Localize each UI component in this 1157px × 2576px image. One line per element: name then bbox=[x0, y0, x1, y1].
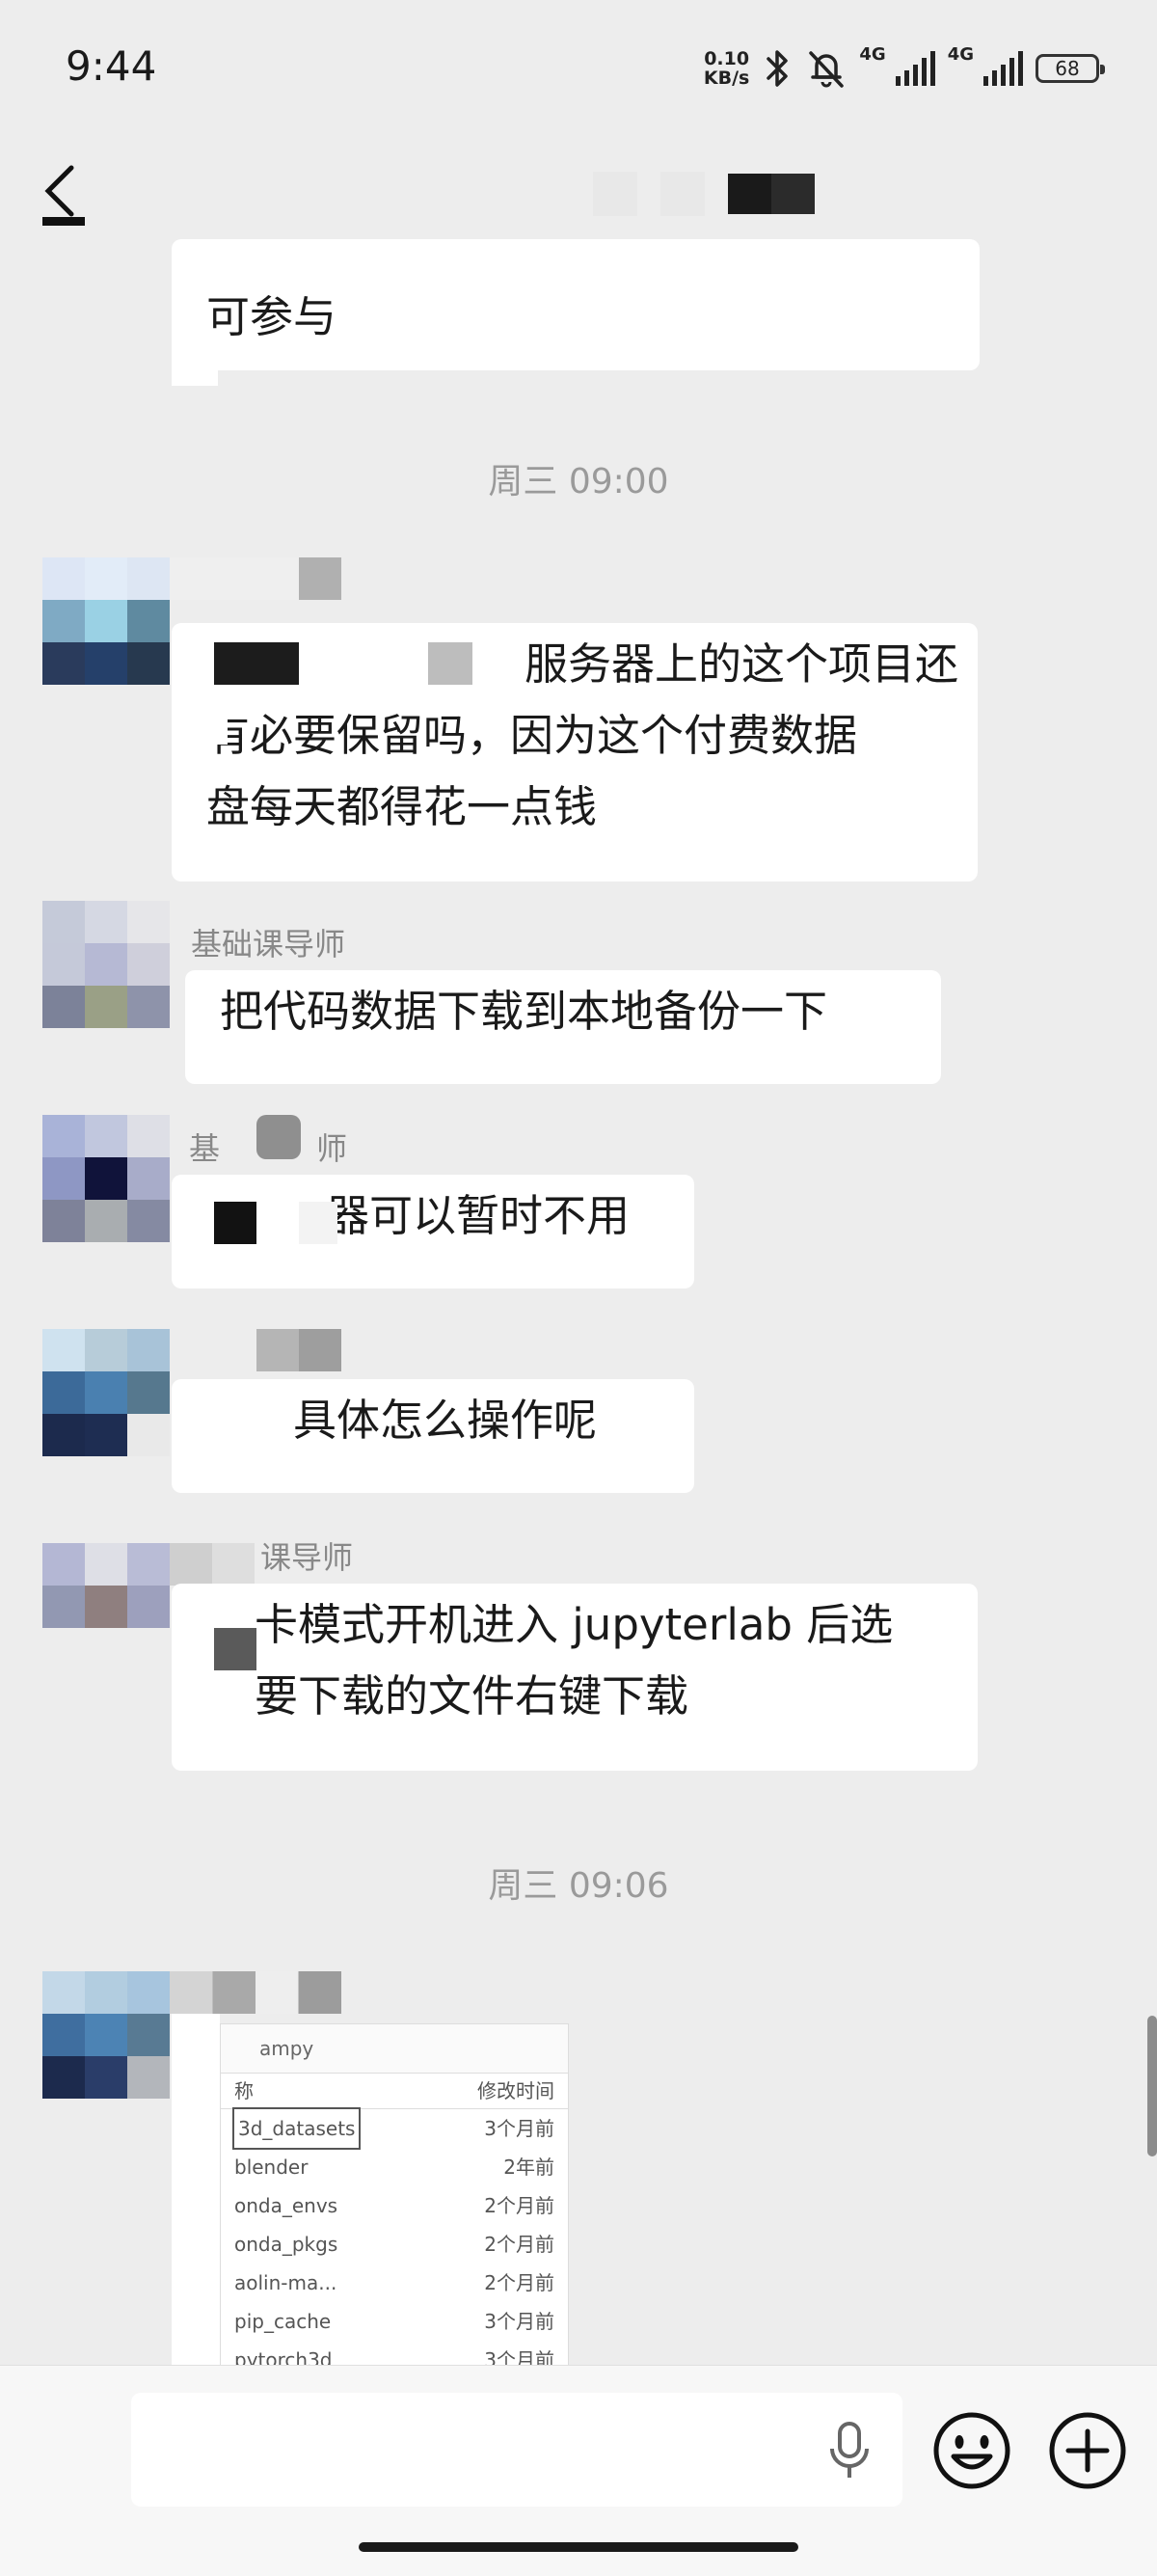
file-name: onda_envs bbox=[234, 2194, 338, 2217]
file-modified: 2个月前 bbox=[484, 2194, 554, 2217]
file-row: onda_envs 2个月前 bbox=[221, 2186, 568, 2225]
file-modified: 3个月前 bbox=[484, 2310, 554, 2333]
network-speed-value: 0.10 bbox=[704, 48, 750, 69]
sender-name: 基础课导师 bbox=[191, 926, 346, 963]
mosaic-block bbox=[728, 174, 815, 214]
file-name: 3d_datasets bbox=[231, 2107, 362, 2150]
battery-icon: 68 bbox=[1036, 54, 1105, 83]
avatar[interactable] bbox=[42, 1115, 170, 1242]
redacted-sender-name bbox=[299, 557, 341, 600]
file-name: blender bbox=[234, 2156, 309, 2179]
avatar[interactable] bbox=[42, 1971, 170, 2099]
file-modified: 2个月前 bbox=[484, 2233, 554, 2256]
plus-circle-icon[interactable] bbox=[1047, 2410, 1128, 2491]
timestamp: 周三 09:00 bbox=[488, 462, 669, 502]
redaction-mask bbox=[428, 642, 472, 685]
redaction-mask bbox=[172, 2014, 220, 2365]
signal-type-2: 4G bbox=[947, 44, 974, 65]
message-text-line: 服务器上的这个项目还 bbox=[525, 638, 959, 690]
file-modified: 2个月前 bbox=[484, 2271, 554, 2294]
chevron-back-icon[interactable] bbox=[35, 158, 93, 226]
mosaic-block bbox=[660, 172, 705, 216]
avatar[interactable] bbox=[42, 1543, 170, 1670]
message-text-line: 有必要保留吗，因为这个付费数据 bbox=[206, 710, 858, 761]
file-name: pip_cache bbox=[234, 2310, 332, 2333]
file-modified: 3个月前 bbox=[484, 2117, 554, 2140]
redacted-sender-name bbox=[170, 1543, 255, 1586]
file-row: blender 2年前 bbox=[221, 2148, 568, 2186]
bluetooth-icon bbox=[767, 50, 789, 87]
message-text: 把代码数据下载到本地备份一下 bbox=[220, 986, 828, 1037]
message-text-line: 卡模式开机进入 jupyterlab 后选 bbox=[255, 1599, 894, 1650]
home-indicator[interactable] bbox=[359, 2542, 798, 2552]
microphone-icon[interactable] bbox=[825, 2420, 874, 2481]
message-text: 具体怎么操作呢 bbox=[293, 1395, 598, 1446]
network-speed: 0.10 KB/s bbox=[704, 49, 749, 88]
avatar[interactable] bbox=[42, 557, 170, 685]
column-modified-header: 修改时间 bbox=[477, 2079, 554, 2102]
file-name: aolin-ma... bbox=[234, 2271, 337, 2294]
network-speed-unit: KB/s bbox=[703, 68, 750, 89]
bell-muted-icon bbox=[809, 51, 845, 88]
message-text-line: 盘每天都得花一点钱 bbox=[206, 781, 598, 832]
status-icons: 0.10 KB/s 4G 4G 68 bbox=[704, 44, 1105, 93]
file-list-header: 称 修改时间 bbox=[221, 2073, 568, 2109]
message-text: 可参与 bbox=[206, 291, 337, 342]
avatar[interactable] bbox=[42, 901, 170, 1028]
redaction-mask bbox=[214, 1628, 256, 1670]
message-bubble[interactable]: 把代码数据下载到本地备份一下 bbox=[185, 970, 941, 1084]
message-input[interactable] bbox=[131, 2393, 902, 2507]
smiley-icon[interactable] bbox=[931, 2410, 1012, 2491]
file-row: onda_pkgs 2个月前 bbox=[221, 2225, 568, 2264]
redaction-mask bbox=[214, 642, 299, 685]
redaction-mask bbox=[172, 353, 218, 386]
column-name-header: 称 bbox=[234, 2079, 254, 2102]
signal-icon bbox=[895, 51, 935, 86]
timestamp: 周三 09:06 bbox=[488, 1866, 669, 1906]
redacted-sender-name bbox=[170, 557, 299, 600]
avatar[interactable] bbox=[42, 1329, 170, 1456]
redaction-mask bbox=[189, 704, 228, 745]
file-row: aolin-ma... 2个月前 bbox=[221, 2264, 568, 2302]
redacted-sender-name bbox=[170, 1971, 341, 2014]
chat-title-redacted bbox=[482, 172, 926, 216]
status-bar: 9:44 0.10 KB/s 4G 4G 68 bbox=[0, 0, 1157, 145]
image-message[interactable]: ampy 称 修改时间 3d_datasets 3个月前 blender 2年前 o… bbox=[220, 2023, 569, 2373]
scrollbar-thumb[interactable] bbox=[1147, 2016, 1157, 2156]
status-time: 9:44 bbox=[66, 42, 157, 90]
redaction-mask bbox=[299, 1202, 337, 1244]
file-row: pip_cache 3个月前 bbox=[221, 2302, 568, 2341]
signal-type-1: 4G bbox=[859, 44, 886, 65]
message-bubble[interactable]: 具体怎么操作呢 bbox=[172, 1379, 694, 1493]
sender-name: 课导师 bbox=[260, 1539, 354, 1576]
file-row: 3d_datasets 3个月前 bbox=[221, 2107, 568, 2150]
file-browser-path: ampy bbox=[221, 2024, 568, 2073]
mosaic-block bbox=[593, 172, 637, 216]
file-name: onda_pkgs bbox=[234, 2233, 338, 2256]
redaction-mask bbox=[256, 1115, 301, 1159]
message-text-line: 要下载的文件右键下载 bbox=[255, 1670, 689, 1722]
file-modified: 2年前 bbox=[503, 2156, 554, 2179]
redaction-mask bbox=[214, 1202, 256, 1244]
signal-icon bbox=[983, 51, 1023, 86]
message-bubble[interactable]: 卡模式开机进入 jupyterlab 后选 要下载的文件右键下载 bbox=[172, 1584, 978, 1771]
message-text: 器可以暂时不用 bbox=[326, 1190, 631, 1241]
redacted-sender-name bbox=[256, 1329, 341, 1371]
message-bubble[interactable]: 可参与 bbox=[172, 239, 980, 370]
